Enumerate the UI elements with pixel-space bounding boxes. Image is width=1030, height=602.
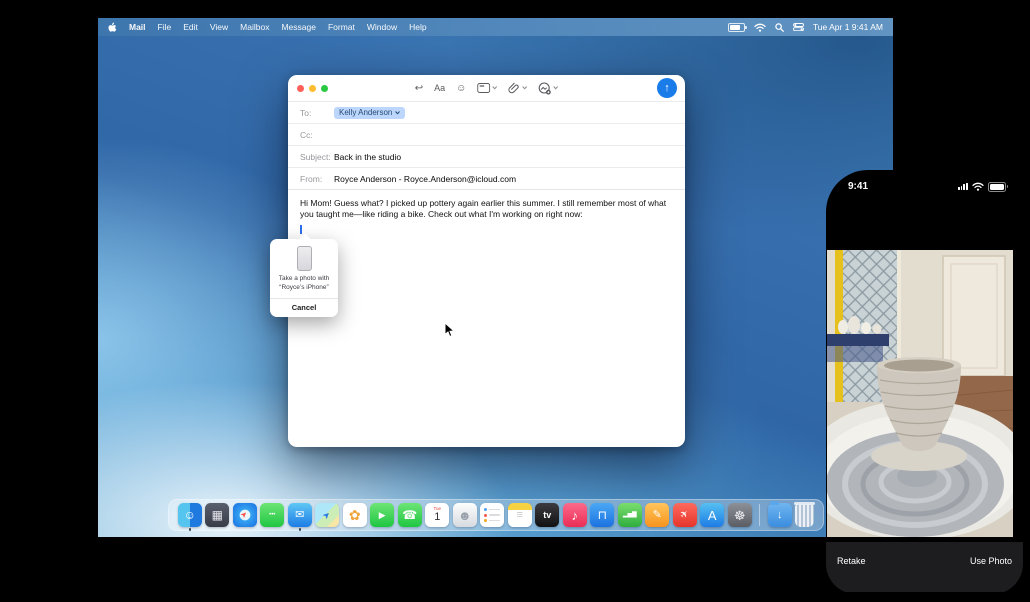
numbers-dock-icon[interactable]: ▂▅▇ [618, 503, 642, 527]
messages-dock-icon[interactable]: ••• [260, 503, 284, 527]
cc-label: Cc: [300, 130, 334, 140]
format-button[interactable]: Aa [434, 83, 445, 93]
control-center-icon[interactable] [793, 23, 804, 31]
facetime-dock-icon[interactable]: ▶ [370, 503, 394, 527]
retake-button[interactable]: Retake [837, 556, 866, 566]
camera-preview-pottery [827, 250, 1013, 537]
subject-label: Subject: [300, 152, 334, 162]
mail-dock-icon[interactable]: ✉ [288, 503, 312, 527]
screen: Mail File Edit View Mailbox Message Format Wind… [0, 0, 1030, 602]
menu-file[interactable]: File [158, 22, 172, 32]
popover-title-line2: “Royce’s iPhone” [273, 284, 335, 293]
menu-message[interactable]: Message [281, 22, 316, 32]
keynote-dock-icon[interactable]: ⊓ [590, 503, 614, 527]
dock-divider [759, 504, 760, 526]
chevron-down-icon [395, 111, 400, 115]
menu-clock[interactable]: Tue Apr 1 9:41 AM [813, 22, 883, 32]
wifi-icon [754, 23, 766, 32]
dock: ☺▦➤•••✉➤✿▶☎Tue1☻≡tv♪⊓▂▅▇✎✈A☸↓ [168, 499, 824, 531]
window-controls [297, 85, 328, 92]
menu-help[interactable]: Help [409, 22, 426, 32]
desktop-wallpaper: Mail File Edit View Mailbox Message Format Wind… [98, 18, 893, 537]
iphone-clock: 9:41 [848, 181, 868, 192]
iphone-status-bar: 9:41 [848, 181, 1006, 192]
emoji-icon[interactable]: ☺ [456, 83, 466, 94]
pages-dock-icon[interactable]: ✎ [645, 503, 669, 527]
contacts-dock-icon[interactable]: ☻ [453, 503, 477, 527]
zoom-button[interactable] [321, 85, 328, 92]
to-field[interactable]: To: Kelly Anderson [288, 102, 685, 124]
photos-dock-icon[interactable]: ✿ [343, 503, 367, 527]
paperclip-icon [508, 82, 520, 94]
mail-compose-window: ↩ Aa ☺ [288, 75, 685, 447]
rocket-app-dock-icon[interactable]: ✈ [673, 503, 697, 527]
header-fields-icon [477, 83, 490, 93]
attach-button[interactable] [508, 82, 527, 94]
menu-mail[interactable]: Mail [129, 22, 146, 32]
reminders-dock-icon[interactable] [480, 503, 504, 527]
mouse-pointer [444, 322, 455, 338]
menu-view[interactable]: View [210, 22, 228, 32]
chevron-down-icon [492, 86, 497, 90]
calendar-dock-icon[interactable]: Tue1 [425, 503, 449, 527]
recipient-token[interactable]: Kelly Anderson [334, 107, 405, 119]
apple-menu[interactable] [108, 22, 117, 33]
menu-bar-status: Tue Apr 1 9:41 AM [728, 22, 883, 32]
send-button[interactable]: ↑ [657, 78, 677, 98]
popover-title-line1: Take a photo with [273, 275, 335, 284]
cellular-signal-icon [958, 183, 968, 191]
text-cursor [300, 225, 302, 234]
apple-logo-icon [108, 22, 117, 33]
message-body[interactable]: Hi Mom! Guess what? I picked up pottery … [288, 190, 685, 245]
menu-window[interactable]: Window [367, 22, 397, 32]
battery-icon [728, 23, 745, 32]
iphone-screen: 9:41 [826, 170, 1023, 594]
insert-media-icon [538, 82, 551, 95]
subject-field[interactable]: Subject: Back in the studio [288, 146, 685, 168]
maps-dock-icon[interactable]: ➤ [315, 503, 339, 527]
apple-tv-dock-icon[interactable]: tv [535, 503, 559, 527]
from-label: From: [300, 174, 334, 184]
downloads-dock-icon[interactable]: ↓ [768, 503, 792, 527]
system-settings-dock-icon[interactable]: ☸ [728, 503, 752, 527]
app-store-dock-icon[interactable]: A [700, 503, 724, 527]
chevron-down-icon [522, 86, 527, 90]
finder-dock-icon[interactable]: ☺ [178, 503, 202, 527]
from-value: Royce Anderson - Royce.Anderson@icloud.c… [334, 174, 516, 184]
mail-toolbar: ↩ Aa ☺ [288, 75, 685, 101]
trash-dock-icon[interactable] [795, 504, 814, 527]
message-text: Hi Mom! Guess what? I picked up pottery … [300, 198, 673, 221]
launchpad-dock-icon[interactable]: ▦ [205, 503, 229, 527]
wifi-icon [972, 182, 984, 191]
cc-field[interactable]: Cc: [288, 124, 685, 146]
search-icon[interactable] [775, 23, 784, 32]
music-dock-icon[interactable]: ♪ [563, 503, 587, 527]
use-photo-button[interactable]: Use Photo [970, 556, 1012, 566]
camera-action-bar: Retake Use Photo [826, 542, 1023, 592]
menu-items: Mail File Edit View Mailbox Message Format Wind… [129, 22, 439, 32]
recipient-name: Kelly Anderson [339, 108, 392, 117]
cancel-button[interactable]: Cancel [270, 299, 338, 317]
battery-icon [988, 182, 1006, 192]
menu-bar: Mail File Edit View Mailbox Message Format Wind… [98, 18, 893, 36]
menu-mailbox[interactable]: Mailbox [240, 22, 269, 32]
menu-edit[interactable]: Edit [183, 22, 198, 32]
iphone-icon [297, 246, 312, 271]
minimize-button[interactable] [309, 85, 316, 92]
subject-value: Back in the studio [334, 152, 401, 162]
safari-dock-icon[interactable]: ➤ [233, 503, 257, 527]
phone-dock-icon[interactable]: ☎ [398, 503, 422, 527]
from-field[interactable]: From: Royce Anderson - Royce.Anderson@ic… [288, 168, 685, 190]
undo-icon[interactable]: ↩ [415, 83, 423, 94]
insert-media-button[interactable] [538, 82, 558, 95]
close-button[interactable] [297, 85, 304, 92]
header-fields-button[interactable] [477, 83, 497, 93]
menu-format[interactable]: Format [328, 22, 355, 32]
to-label: To: [300, 108, 334, 118]
take-photo-popover: Take a photo with “Royce’s iPhone” Cance… [270, 239, 338, 317]
notes-dock-icon[interactable]: ≡ [508, 503, 532, 527]
chevron-down-icon [553, 86, 558, 90]
